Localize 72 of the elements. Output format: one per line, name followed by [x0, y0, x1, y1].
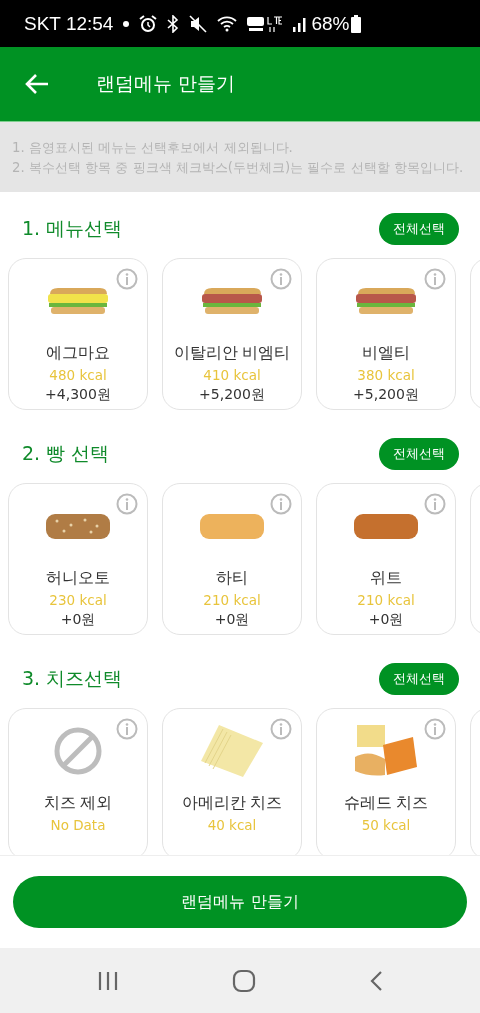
- item-name: 비엘티: [362, 343, 410, 364]
- info-icon[interactable]: [270, 493, 292, 515]
- info-icon[interactable]: [116, 268, 138, 290]
- calorie-text: 380 kcal: [357, 367, 415, 383]
- info-icon[interactable]: [424, 493, 446, 515]
- calorie-text: 210 kcal: [357, 592, 415, 608]
- section-title: 1. 메뉴선택: [22, 216, 123, 241]
- item-card[interactable]: 위트 210 kcal +0원: [316, 483, 456, 635]
- price-text: +5,200원: [199, 386, 265, 404]
- section-title: 2. 빵 선택: [22, 441, 110, 466]
- item-card[interactable]: 슈레드 치즈 50 kcal: [316, 708, 456, 855]
- bread-drawing: [353, 511, 419, 541]
- price-text: +4,300원: [45, 386, 111, 404]
- info-icon[interactable]: [270, 268, 292, 290]
- calorie-text: 410 kcal: [203, 367, 261, 383]
- item-card[interactable]: 비엘티 380 kcal +5,200원: [316, 258, 456, 410]
- item-card[interactable]: 아메리칸 치즈 40 kcal: [162, 708, 302, 855]
- screen-title: 랜덤메뉴 만들기: [96, 71, 236, 96]
- random-menu-button[interactable]: 랜덤메뉴 만들기: [13, 876, 467, 928]
- price-text: +0원: [368, 611, 404, 629]
- item-card[interactable]: 하티 210 kcal +0원: [162, 483, 302, 635]
- bluetooth-icon: [167, 14, 180, 33]
- item-name: 하티: [216, 568, 248, 589]
- info-icon[interactable]: [424, 718, 446, 740]
- sandwich-drawing: [354, 286, 418, 316]
- bread-drawing: [45, 511, 111, 541]
- info-icon[interactable]: [270, 718, 292, 740]
- bread-drawing: [199, 511, 265, 541]
- price-text: +0원: [60, 611, 96, 629]
- item-card[interactable]: 치즈 제외 No Data: [8, 708, 148, 855]
- item-name: 허니오토: [46, 568, 110, 589]
- battery-icon: [351, 14, 362, 33]
- item-name: 위트: [370, 568, 402, 589]
- calorie-text: 480 kcal: [49, 367, 107, 383]
- item-name: 치즈 제외: [43, 793, 113, 814]
- dot-icon: [123, 20, 130, 27]
- back-arrow-icon: [24, 73, 50, 95]
- info-icon[interactable]: [116, 718, 138, 740]
- no-symbol-icon: [54, 727, 102, 775]
- info-icon[interactable]: [424, 268, 446, 290]
- signal-icon: [293, 15, 308, 32]
- back-button[interactable]: [24, 73, 50, 95]
- select-all-button[interactable]: 전체선택: [379, 663, 459, 695]
- alarm-icon: [139, 14, 158, 33]
- item-name: 이탈리안 비엠티: [173, 343, 291, 364]
- calorie-text: 50 kcal: [361, 817, 411, 833]
- mute-icon: [189, 14, 208, 33]
- sandwich-drawing: [46, 286, 110, 316]
- price-text: +0원: [214, 611, 250, 629]
- calorie-text: No Data: [50, 817, 106, 833]
- item-card[interactable]: 이탈리안 비엠티 410 kcal +5,200원: [162, 258, 302, 410]
- item-name: 아메리칸 치즈: [181, 793, 283, 814]
- select-all-button[interactable]: 전체선택: [379, 438, 459, 470]
- battery-percent: 68%: [311, 12, 350, 35]
- info-icon[interactable]: [116, 493, 138, 515]
- calorie-text: 210 kcal: [203, 592, 261, 608]
- price-text: +5,200원: [353, 386, 419, 404]
- item-card[interactable]: 에그마요 480 kcal +4,300원: [8, 258, 148, 410]
- sandwich-drawing: [200, 286, 264, 316]
- back-icon[interactable]: [369, 969, 384, 992]
- calorie-text: 40 kcal: [207, 817, 257, 833]
- wifi-icon: [217, 15, 238, 32]
- recent-apps-icon[interactable]: [96, 970, 119, 991]
- home-icon[interactable]: [232, 968, 256, 993]
- select-all-button[interactable]: 전체선택: [379, 213, 459, 245]
- calorie-text: 230 kcal: [49, 592, 107, 608]
- carrier-time: SKT 12:54: [24, 12, 114, 35]
- section-title: 3. 치즈선택: [22, 666, 123, 691]
- item-name: 에그마요: [46, 343, 110, 364]
- item-card[interactable]: 허니오토 230 kcal +0원: [8, 483, 148, 635]
- cheese-slices-drawing: [199, 723, 265, 779]
- item-name: 슈레드 치즈: [343, 793, 429, 814]
